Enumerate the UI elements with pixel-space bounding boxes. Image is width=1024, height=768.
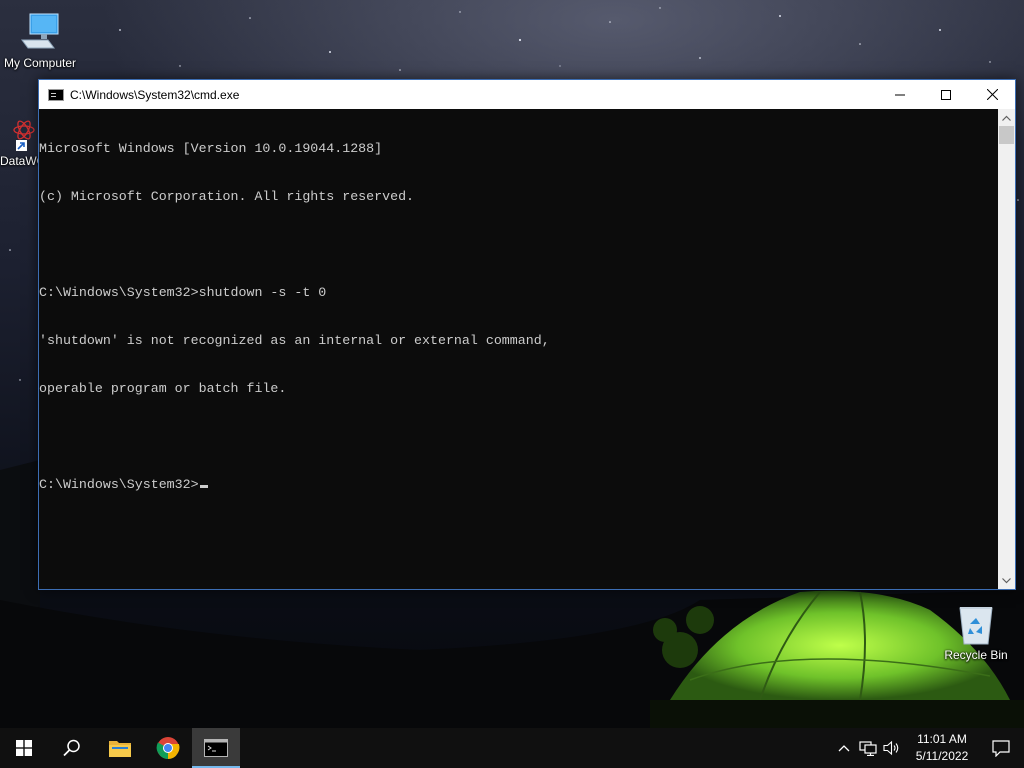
console-prompt-line[interactable]: C:\Windows\System32> [39,477,999,493]
minimize-icon [895,94,905,95]
datawc-app-icon [0,108,40,156]
search-button[interactable] [48,728,96,768]
chevron-up-icon [1002,115,1011,121]
cmd-window[interactable]: C:\Windows\System32\cmd.exe Microsoft Wi… [38,79,1016,590]
scroll-up-button[interactable] [998,109,1015,126]
command-prompt-icon [204,739,228,757]
start-button[interactable] [0,728,48,768]
recycle-bin-icon [938,600,1014,648]
title-bar[interactable]: C:\Windows\System32\cmd.exe [39,80,1015,109]
network-button[interactable] [856,728,880,768]
clock-time: 11:01 AM [917,732,967,746]
close-button[interactable] [969,80,1015,109]
console-line: operable program or batch file. [39,381,287,396]
console-line: C:\Windows\System32>shutdown -s -t 0 [39,285,327,300]
desktop-icon-recycle-bin[interactable]: Recycle Bin [938,600,1014,662]
desktop-icon-label: Recycle Bin [944,648,1008,662]
chevron-up-icon [838,745,850,752]
console-prompt: C:\Windows\System32> [39,477,199,492]
chrome-icon [156,737,180,759]
notification-icon [992,739,1010,757]
windows-start-icon [16,740,32,756]
minimize-button[interactable] [877,80,923,109]
file-explorer-icon [109,741,131,757]
desktop-icon-datawc[interactable]: DataWC [0,108,46,168]
chevron-down-icon [1002,577,1011,583]
network-icon [859,741,877,756]
action-center-button[interactable] [978,728,1024,768]
command-prompt-icon [48,88,64,101]
window-controls [877,80,1015,109]
volume-button[interactable] [880,728,904,768]
taskbar-command-prompt[interactable] [192,728,240,768]
console-output[interactable]: Microsoft Windows [Version 10.0.19044.12… [39,109,999,589]
close-icon [986,89,998,100]
scroll-down-button[interactable] [998,572,1015,589]
scroll-thumb[interactable] [999,126,1014,144]
computer-icon [0,8,80,56]
taskbar: 11:01 AM 5/11/2022 [0,728,1024,768]
text-cursor [199,485,208,488]
window-title: C:\Windows\System32\cmd.exe [70,87,240,102]
maximize-button[interactable] [923,80,969,109]
maximize-icon [941,89,951,100]
desktop-icon-label: My Computer [3,56,77,70]
desktop-icon-my-computer[interactable]: My Computer [0,8,80,70]
desktop-icon-label: DataWC [0,154,46,168]
taskbar-file-explorer[interactable] [96,728,144,768]
search-icon [63,739,80,757]
volume-icon [883,740,899,756]
console-line: 'shutdown' is not recognized as an inter… [39,333,550,348]
vertical-scrollbar[interactable] [998,109,1015,589]
system-tray: 11:01 AM 5/11/2022 [832,728,1024,768]
console-line: (c) Microsoft Corporation. All rights re… [39,189,415,204]
taskbar-clock[interactable]: 11:01 AM 5/11/2022 [906,731,978,765]
show-hidden-icons-button[interactable] [832,728,856,768]
taskbar-chrome[interactable] [144,728,192,768]
console-line: Microsoft Windows [Version 10.0.19044.12… [39,141,383,156]
clock-date: 5/11/2022 [915,749,969,763]
